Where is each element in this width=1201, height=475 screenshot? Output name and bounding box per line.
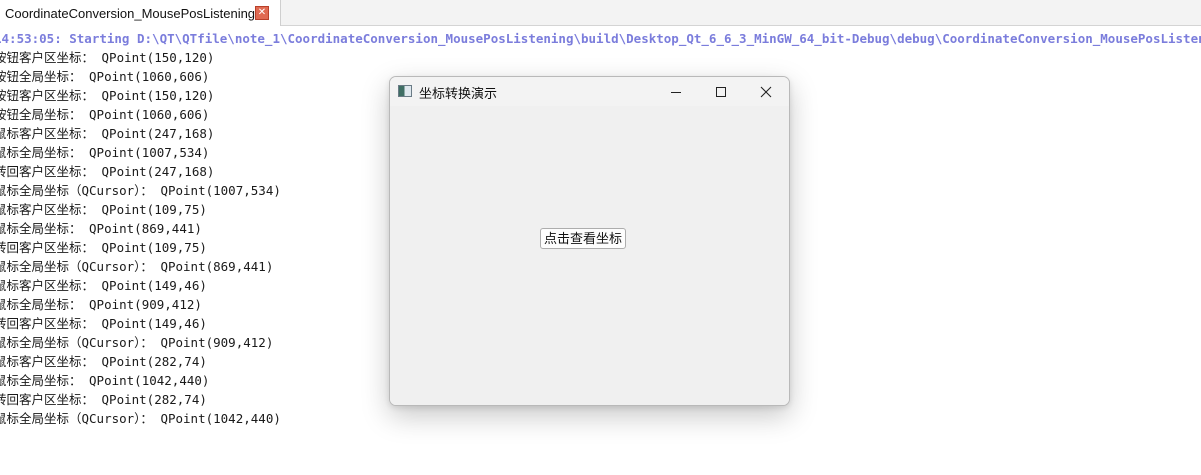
maximize-icon — [716, 86, 726, 97]
log-line: 按钮客户区坐标： QPoint(150,120) — [0, 50, 215, 65]
close-x-icon[interactable]: ✕ — [255, 6, 269, 20]
log-line: 鼠标全局坐标（QCursor）： QPoint(869,441) — [0, 259, 274, 274]
close-icon — [760, 86, 772, 97]
minimize-button[interactable] — [653, 77, 699, 106]
minimize-icon — [671, 91, 681, 93]
tab-label: CoordinateConversion_MousePosListening — [5, 5, 256, 21]
log-line: 鼠标全局坐标： QPoint(1042,440) — [0, 373, 210, 388]
log-line: 转回客户区坐标： QPoint(282,74) — [0, 392, 207, 407]
log-line: 鼠标全局坐标（QCursor）： QPoint(1007,534) — [0, 183, 281, 198]
log-start-line: 14:53:05: Starting D:\QT\QTfile\note_1\C… — [0, 31, 1201, 46]
log-line: 鼠标全局坐标（QCursor）： QPoint(909,412) — [0, 335, 274, 350]
close-button[interactable] — [743, 77, 789, 106]
demo-window: 坐标转换演示 点击查看坐标 — [389, 76, 790, 406]
log-line: 转回客户区坐标： QPoint(109,75) — [0, 240, 207, 255]
window-client-area: 点击查看坐标 — [390, 106, 789, 405]
maximize-button[interactable] — [698, 77, 744, 106]
log-line: 鼠标全局坐标： QPoint(869,441) — [0, 221, 202, 236]
log-line: 按钮全局坐标： QPoint(1060,606) — [0, 107, 210, 122]
log-line: 鼠标客户区坐标： QPoint(282,74) — [0, 354, 207, 369]
log-line: 鼠标全局坐标： QPoint(909,412) — [0, 297, 202, 312]
log-line: 按钮全局坐标： QPoint(1060,606) — [0, 69, 210, 84]
tab-application-output[interactable]: CoordinateConversion_MousePosListening ✕ — [0, 0, 281, 26]
log-line: 按钮客户区坐标： QPoint(150,120) — [0, 88, 215, 103]
log-line: 鼠标客户区坐标： QPoint(109,75) — [0, 202, 207, 217]
show-coordinates-button[interactable]: 点击查看坐标 — [540, 228, 627, 249]
log-line: 鼠标客户区坐标： QPoint(247,168) — [0, 126, 215, 141]
editor-tab-bar: CoordinateConversion_MousePosListening ✕ — [0, 0, 1201, 26]
app-window-icon — [398, 85, 412, 97]
log-line: 鼠标全局坐标（QCursor）： QPoint(1042,440) — [0, 411, 281, 426]
log-line: 鼠标全局坐标： QPoint(1007,534) — [0, 145, 210, 160]
log-line: 转回客户区坐标： QPoint(247,168) — [0, 164, 215, 179]
window-title: 坐标转换演示 — [419, 86, 498, 101]
log-line: 转回客户区坐标： QPoint(149,46) — [0, 316, 207, 331]
window-titlebar[interactable]: 坐标转换演示 — [390, 77, 789, 106]
log-line: 鼠标客户区坐标： QPoint(149,46) — [0, 278, 207, 293]
